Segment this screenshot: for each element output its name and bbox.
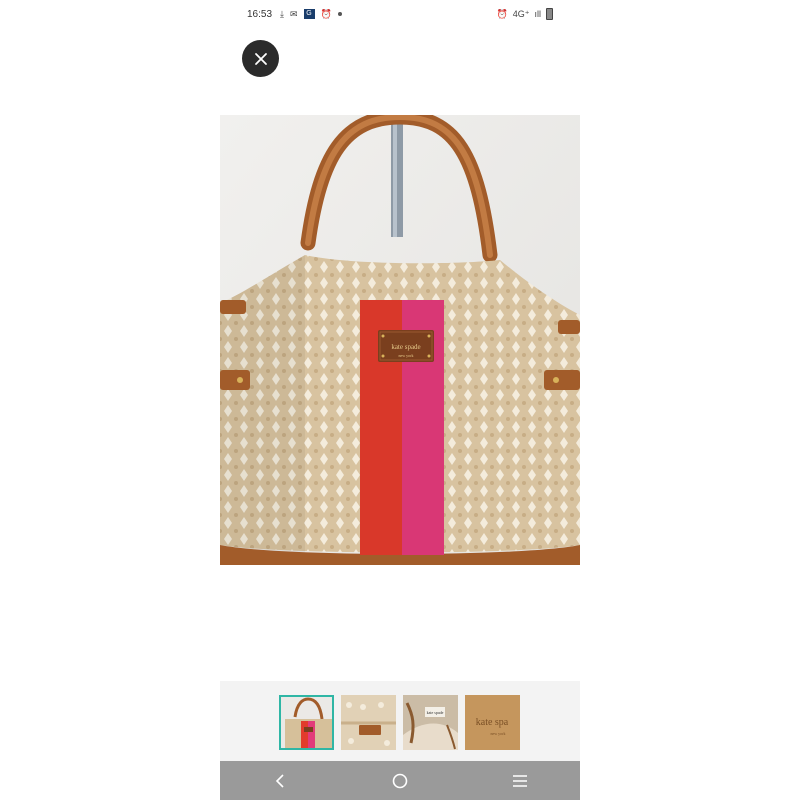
network-4g-icon: 4G⁺	[512, 8, 530, 19]
home-icon	[392, 773, 408, 788]
status-left-icons: ⤓ ✉ G ⏰	[280, 8, 342, 20]
message-icon: ✉	[289, 9, 298, 19]
thumbnail-4-logo: kate spa	[476, 717, 509, 728]
recents-button[interactable]	[490, 761, 550, 800]
app-icon: G	[303, 9, 315, 19]
alarm-icon: ⏰	[320, 9, 332, 19]
logo-text: kate spade	[391, 343, 420, 351]
thumbnail-1[interactable]	[279, 695, 334, 750]
thumbnail-2[interactable]	[341, 695, 396, 750]
thumbnail-3-logo: kate spade	[427, 710, 444, 715]
status-right-icons: ⏰ 4G⁺ ıll	[497, 8, 553, 20]
thumbnail-strip: kate spade kate spa new york	[220, 681, 580, 761]
signal-icon: ıll	[534, 9, 542, 19]
thumbnail-3-image: kate spade	[403, 695, 458, 750]
thumbnail-1-image	[281, 697, 332, 748]
handbag-illustration: kate spade new york	[220, 115, 580, 565]
back-icon	[275, 773, 284, 788]
close-icon	[254, 52, 267, 65]
close-button[interactable]	[242, 40, 279, 77]
main-product-image[interactable]: kate spade new york	[220, 115, 580, 565]
battery-icon	[546, 8, 553, 20]
thumbnail-2-image	[341, 695, 396, 750]
back-button[interactable]	[250, 761, 310, 800]
logo-subtext: new york	[399, 353, 414, 358]
navigation-bar	[220, 761, 580, 800]
thumbnail-4-logo-subtext: new york	[491, 731, 506, 736]
recents-icon	[513, 774, 527, 787]
download-icon: ⤓	[280, 9, 284, 19]
status-bar: 16:53 ⤓ ✉ G ⏰ ⏰ 4G⁺ ıll	[220, 0, 580, 30]
alarm-icon: ⏰	[496, 8, 508, 19]
app-icon-text: G	[306, 10, 312, 17]
thumbnail-4-image: kate spa new york	[465, 695, 520, 750]
status-time: 16:53	[247, 9, 273, 20]
notification-dot-icon	[337, 12, 342, 16]
home-button[interactable]	[370, 761, 430, 800]
thumbnail-3[interactable]: kate spade	[403, 695, 458, 750]
thumbnail-4[interactable]: kate spa new york	[465, 695, 520, 750]
